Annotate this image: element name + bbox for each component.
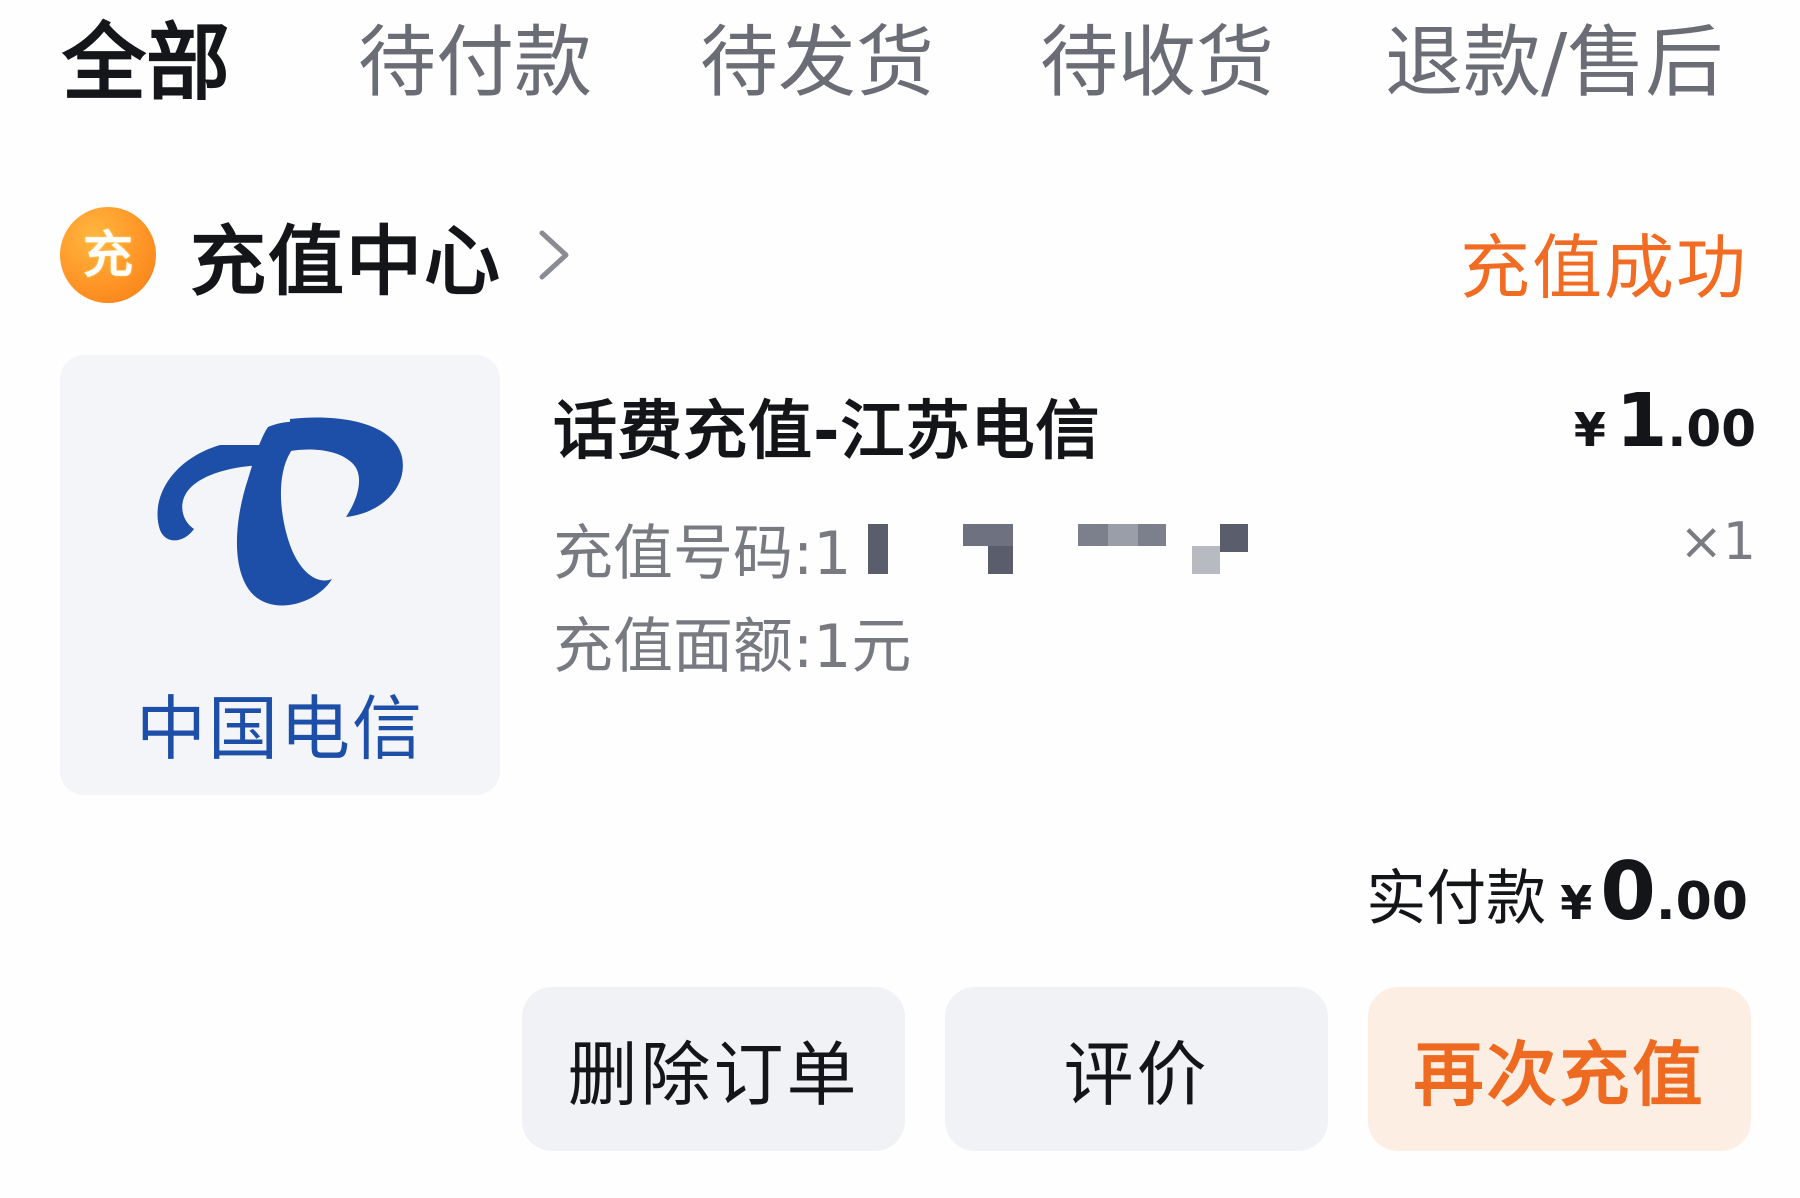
shop-logo: 充 (60, 207, 156, 303)
price-currency: ¥ (1573, 403, 1606, 457)
delete-order-button[interactable]: 删除订单 (522, 987, 905, 1151)
shop-logo-text: 充 (83, 226, 133, 284)
recharge-number-label: 充值号码:1 (553, 519, 852, 589)
tab-pending-receipt[interactable]: 待收货 (1040, 18, 1274, 108)
shop-name: 充值中心 (190, 217, 502, 306)
product-title[interactable]: 话费充值-江苏电信 (553, 380, 1101, 472)
tab-all[interactable]: 全部 (62, 18, 230, 108)
product-thumbnail[interactable]: 中国电信 (60, 355, 500, 795)
total-decimal: .00 (1655, 872, 1748, 932)
chevron-right-icon (539, 230, 569, 280)
shop-header[interactable]: 充 充值中心 (60, 205, 578, 306)
price-decimal: .00 (1667, 400, 1756, 458)
order-status-tabs: 全部 待付款 待发货 待收货 退款/售后 (0, 0, 1800, 130)
product-thumbnail-caption: 中国电信 (136, 688, 424, 770)
product-quantity: ×1 (1679, 512, 1756, 572)
total-integer: 0 (1600, 845, 1656, 938)
order-status-label: 充值成功 (1460, 227, 1748, 309)
product-price: ¥1.00 (1574, 378, 1756, 464)
recharge-again-button[interactable]: 再次充值 (1368, 987, 1751, 1151)
total-currency: ¥ (1560, 876, 1593, 930)
order-total: 实付款 ¥0.00 (1366, 845, 1748, 938)
tab-refund-after-sales[interactable]: 退款/售后 (1385, 18, 1723, 108)
tab-pending-payment[interactable]: 待付款 (358, 18, 592, 108)
order-list-page: 全部 待付款 待发货 待收货 退款/售后 充 充值中心 充值成功 中国电信 话费… (0, 0, 1800, 1198)
review-button[interactable]: 评价 (945, 987, 1328, 1151)
total-label: 实付款 (1366, 864, 1547, 934)
masked-phone-number (868, 524, 1248, 574)
recharge-amount-label: 充值面额:1元 (553, 612, 912, 682)
tab-pending-shipment[interactable]: 待发货 (700, 18, 934, 108)
china-telecom-logo (157, 417, 403, 606)
price-integer: 1 (1615, 378, 1668, 464)
